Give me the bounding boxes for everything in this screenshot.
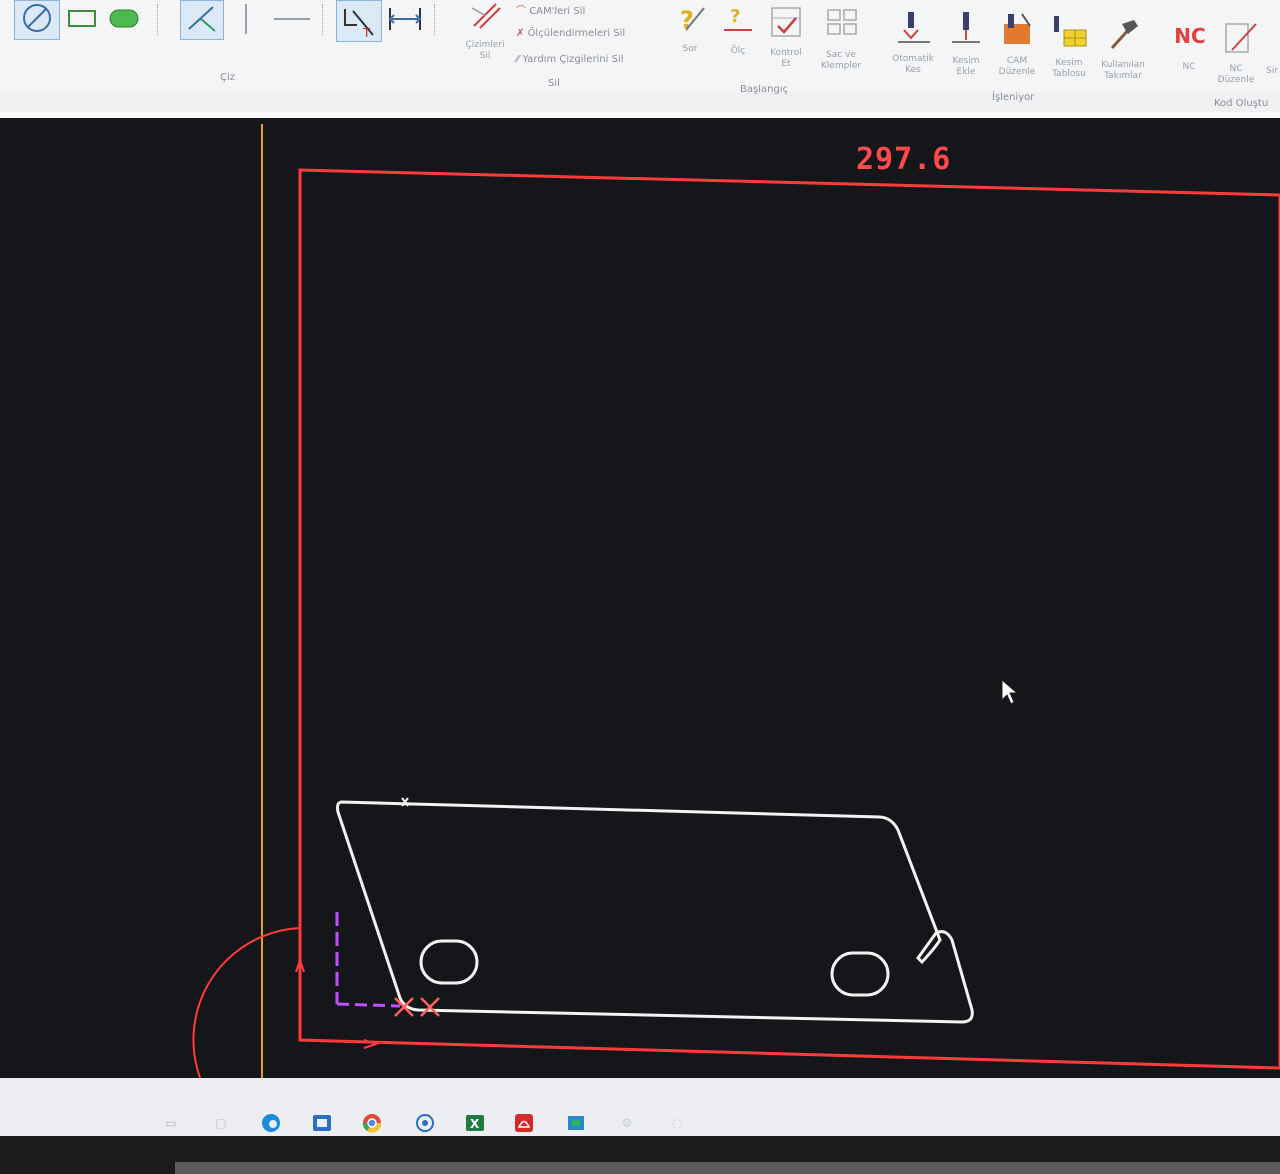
end-point-cross-icon — [420, 997, 440, 1017]
add-cut-torch-icon — [952, 12, 980, 43]
delete-dims-button[interactable]: ✗ Ölçülendirmeleri Sil — [516, 28, 625, 39]
ask-label: Sor — [682, 44, 698, 54]
monitor-stand — [175, 1162, 1280, 1174]
cut-table-button[interactable] — [1050, 12, 1088, 50]
measure-icon: ? — [724, 6, 752, 31]
dimension-arrows-icon — [388, 8, 422, 30]
delete-cam-button[interactable]: ⌒ CAM'leri Sil — [516, 2, 585, 17]
vertical-line-tool-button[interactable] — [236, 0, 256, 38]
nc-edit-button[interactable] — [1220, 18, 1260, 58]
delete-drawings-label: Çizimleri Sil — [465, 40, 505, 61]
horizontal-line-tool-button[interactable] — [272, 0, 312, 38]
ask-button[interactable]: ? — [672, 2, 708, 36]
measure-button[interactable]: ? — [720, 2, 756, 36]
auto-cut-label: Otomatik Kes — [892, 54, 934, 75]
check-button[interactable] — [768, 4, 804, 40]
separator — [434, 4, 435, 36]
delete-guides-button[interactable]: ⁄⁄ Yardım Çizgilerini Sil — [516, 54, 624, 65]
add-cut-label: Kesim Ekle — [952, 56, 980, 77]
group-label-process: İşleniyor — [992, 92, 1035, 103]
hammer-icon — [1110, 20, 1138, 50]
right-slot-hole[interactable] — [830, 951, 890, 997]
drawing-svg[interactable] — [0, 118, 1280, 1078]
extra-label: Sir — [1266, 66, 1278, 76]
question-pencil-icon: ? — [680, 6, 705, 34]
cam-delete-icon: ⌒ — [516, 6, 530, 17]
group-label-draw: Çiz — [220, 72, 236, 83]
auto-cut-torch-icon — [898, 12, 930, 43]
drawing-canvas[interactable] — [0, 118, 1280, 1078]
edge-icon[interactable] — [260, 1112, 282, 1134]
group-label-code: Kod Oluştu — [1214, 98, 1269, 109]
nc-edit-icon — [1225, 23, 1257, 53]
slot-tool-button[interactable] — [104, 2, 144, 34]
add-cut-button[interactable] — [948, 8, 984, 48]
rectangle-icon — [68, 10, 96, 27]
monitor-bezel — [0, 1136, 1280, 1174]
mouse-cursor-icon — [1001, 678, 1019, 705]
separator — [322, 4, 323, 36]
origin-arc — [192, 927, 301, 1078]
measure-label: Ölç — [730, 46, 746, 56]
rectangle-tool-button[interactable] — [64, 2, 100, 34]
notification-icon[interactable]: ◌ — [666, 1112, 688, 1134]
svg-text:T: T — [362, 26, 371, 40]
part-outline[interactable] — [336, 800, 974, 1024]
pdf-icon[interactable] — [513, 1112, 535, 1134]
group-label-delete: Sil — [548, 78, 560, 89]
sheet-border — [298, 168, 1280, 1070]
trim-tool-button[interactable]: T — [336, 0, 382, 42]
circle-tool-button[interactable] — [14, 0, 60, 40]
auto-cut-button[interactable] — [894, 8, 934, 48]
cam-edit-button[interactable] — [998, 10, 1036, 48]
line-tool-button[interactable] — [180, 0, 224, 40]
used-tools-label: Kullanılan Takımlar — [1101, 60, 1145, 81]
app-icon[interactable] — [565, 1112, 587, 1134]
vertical-line-icon — [245, 4, 247, 34]
chrome-icon[interactable] — [361, 1112, 383, 1134]
used-tools-button[interactable] — [1104, 14, 1142, 52]
sheet-width-dimension: 297.6 — [856, 142, 952, 177]
left-slot-hole[interactable] — [419, 939, 479, 985]
settings-icon[interactable]: ⚙ — [616, 1112, 638, 1134]
sheets-clamps-button[interactable] — [824, 6, 860, 42]
ribbon-group-label-bar — [0, 92, 1280, 112]
eraser-lines-icon — [471, 3, 501, 29]
sheets-clamps-label: Sac ve Klempler — [820, 50, 862, 71]
file-explorer-icon[interactable]: ▭ — [160, 1112, 182, 1134]
delete-drawings-button[interactable] — [462, 0, 508, 34]
nc-edit-label: NC Düzenle — [1217, 64, 1255, 85]
delete-cam-label: CAM'leri Sil — [529, 6, 586, 17]
trim-icon: T — [344, 9, 374, 40]
line-icon — [188, 6, 216, 32]
cam-edit-label: CAM Düzenle — [998, 56, 1036, 77]
dimension-tool-button[interactable] — [386, 2, 424, 36]
support-icon[interactable] — [414, 1112, 436, 1134]
dims-delete-icon: ✗ — [516, 28, 528, 39]
nc-button[interactable]: NC — [1168, 18, 1212, 54]
separator — [157, 4, 158, 36]
horizontal-line-icon — [274, 18, 310, 20]
delete-guides-label: Yardım Çizgilerini Sil — [522, 54, 624, 65]
nc-icon: NC — [1174, 24, 1206, 48]
task-view-icon[interactable]: ▢ — [210, 1112, 232, 1134]
excel-icon[interactable]: X — [464, 1112, 486, 1134]
origin-x-axis — [336, 1002, 401, 1008]
svg-text:?: ? — [730, 6, 740, 27]
windows-taskbar — [0, 1078, 1280, 1136]
sheet-grid-icon — [827, 9, 857, 35]
store-icon[interactable] — [311, 1112, 333, 1134]
slot-icon — [109, 9, 139, 28]
cut-table-icon — [1054, 16, 1087, 47]
svg-text:X: X — [470, 1117, 480, 1131]
check-grid-icon — [771, 7, 801, 37]
group-label-start: Başlangıç — [740, 84, 789, 95]
ribbon-toolbar: T Çiz Çizimleri Sil ⌒ CAM'leri Sil ✗ Ölç… — [0, 0, 1280, 113]
delete-dims-label: Ölçülendirmeleri Sil — [527, 28, 626, 39]
cam-edit-icon — [1004, 13, 1031, 44]
